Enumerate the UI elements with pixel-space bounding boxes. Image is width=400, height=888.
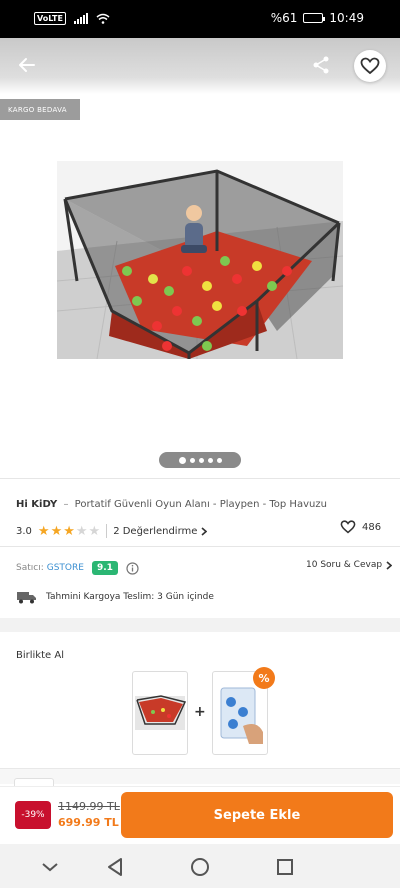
circle-home-icon (191, 858, 209, 876)
favorite-count[interactable]: 486 (340, 520, 381, 534)
pager-dot[interactable] (198, 457, 204, 463)
chevron-down-icon (42, 863, 58, 872)
pager-dot[interactable] (207, 457, 213, 463)
share-icon (313, 56, 329, 74)
back-button[interactable] (12, 50, 42, 80)
rating-row: 3.0 ★ ★ ★ ★ ★ 2 Değerlendirme (16, 522, 386, 540)
system-nav-bar (0, 844, 400, 888)
wifi-icon (96, 13, 110, 24)
truck-icon (17, 592, 36, 604)
star-empty-icon: ★ (75, 523, 88, 539)
nav-recent-button[interactable] (274, 856, 296, 878)
nav-home-button[interactable] (189, 856, 211, 878)
battery-icon (303, 13, 326, 23)
section-gap (0, 618, 400, 632)
bundle-item-playpen[interactable] (132, 671, 188, 755)
seller-score-badge: 9.1 (91, 561, 118, 575)
star-filled-icon: ★ (37, 523, 50, 539)
nav-back-button[interactable] (104, 856, 126, 878)
signal-icon (73, 13, 88, 24)
share-button[interactable] (306, 50, 336, 80)
delivery-info: Tahmini Kargoya Teslim: 3 Gün içinde (16, 590, 214, 604)
seller-label: Satıcı: (16, 563, 44, 573)
product-brand[interactable]: Hi KiDY (16, 499, 57, 510)
pager-dot[interactable] (178, 456, 186, 464)
triangle-back-icon (108, 858, 122, 876)
nav-collapse-button[interactable] (39, 856, 61, 878)
title-separator: – (63, 499, 69, 510)
delivery-text: Tahmini Kargoya Teslim: 3 Gün içinde (46, 592, 214, 602)
qa-link[interactable]: 10 Soru & Cevap (306, 560, 393, 570)
bundle-plus: + (194, 704, 206, 720)
chevron-right-icon (201, 526, 208, 536)
star-empty-icon: ★ (88, 523, 101, 539)
bundle-title: Birlikte Al (16, 650, 64, 661)
product-image[interactable] (57, 161, 343, 359)
info-icon[interactable] (126, 561, 139, 575)
old-price: 1149.99 TL (58, 800, 120, 813)
star-filled-icon: ★ (50, 523, 63, 539)
current-price: 699.99 TL (58, 816, 119, 829)
volte-indicator: VoLTE (34, 12, 66, 25)
discount-badge: -39% (15, 801, 51, 829)
star-filled-icon: ★ (63, 523, 75, 539)
product-name: Portatif Güvenli Oyun Alanı - Playpen - … (74, 499, 327, 510)
square-recent-icon (277, 859, 293, 875)
bundle-playpen-image (135, 695, 187, 730)
section-gap (0, 768, 400, 784)
image-pager[interactable] (159, 452, 241, 468)
rating-divider (106, 524, 108, 538)
status-bar: VoLTE %61 10:49 (0, 0, 400, 38)
chevron-right-icon (386, 560, 393, 570)
favorite-count-value: 486 (362, 521, 382, 533)
heart-icon (360, 57, 380, 75)
rating-stars: ★ ★ ★ ★ ★ (38, 525, 100, 538)
seller-name-link[interactable]: GSTORE (47, 563, 84, 573)
pager-dot[interactable] (189, 457, 195, 463)
rating-value: 3.0 (16, 525, 32, 537)
qa-label: 10 Soru & Cevap (306, 560, 383, 570)
bundle-discount-badge: % (253, 667, 275, 689)
top-bar (0, 38, 400, 94)
product-title: Hi KiDY – Portatif Güvenli Oyun Alanı - … (16, 499, 386, 510)
divider (0, 546, 400, 547)
favorite-button[interactable] (354, 50, 386, 82)
heart-icon (340, 520, 356, 534)
divider (0, 478, 400, 479)
add-to-cart-button[interactable]: Sepete Ekle (121, 792, 393, 838)
pager-dot[interactable] (216, 457, 222, 463)
clock: 10:49 (329, 11, 364, 25)
free-shipping-badge: KARGO BEDAVA (0, 99, 80, 120)
arrow-left-icon (19, 58, 35, 72)
reviews-label: 2 Değerlendirme (113, 525, 198, 537)
reviews-link[interactable]: 2 Değerlendirme (113, 525, 208, 537)
battery-percent: %61 (270, 11, 298, 25)
